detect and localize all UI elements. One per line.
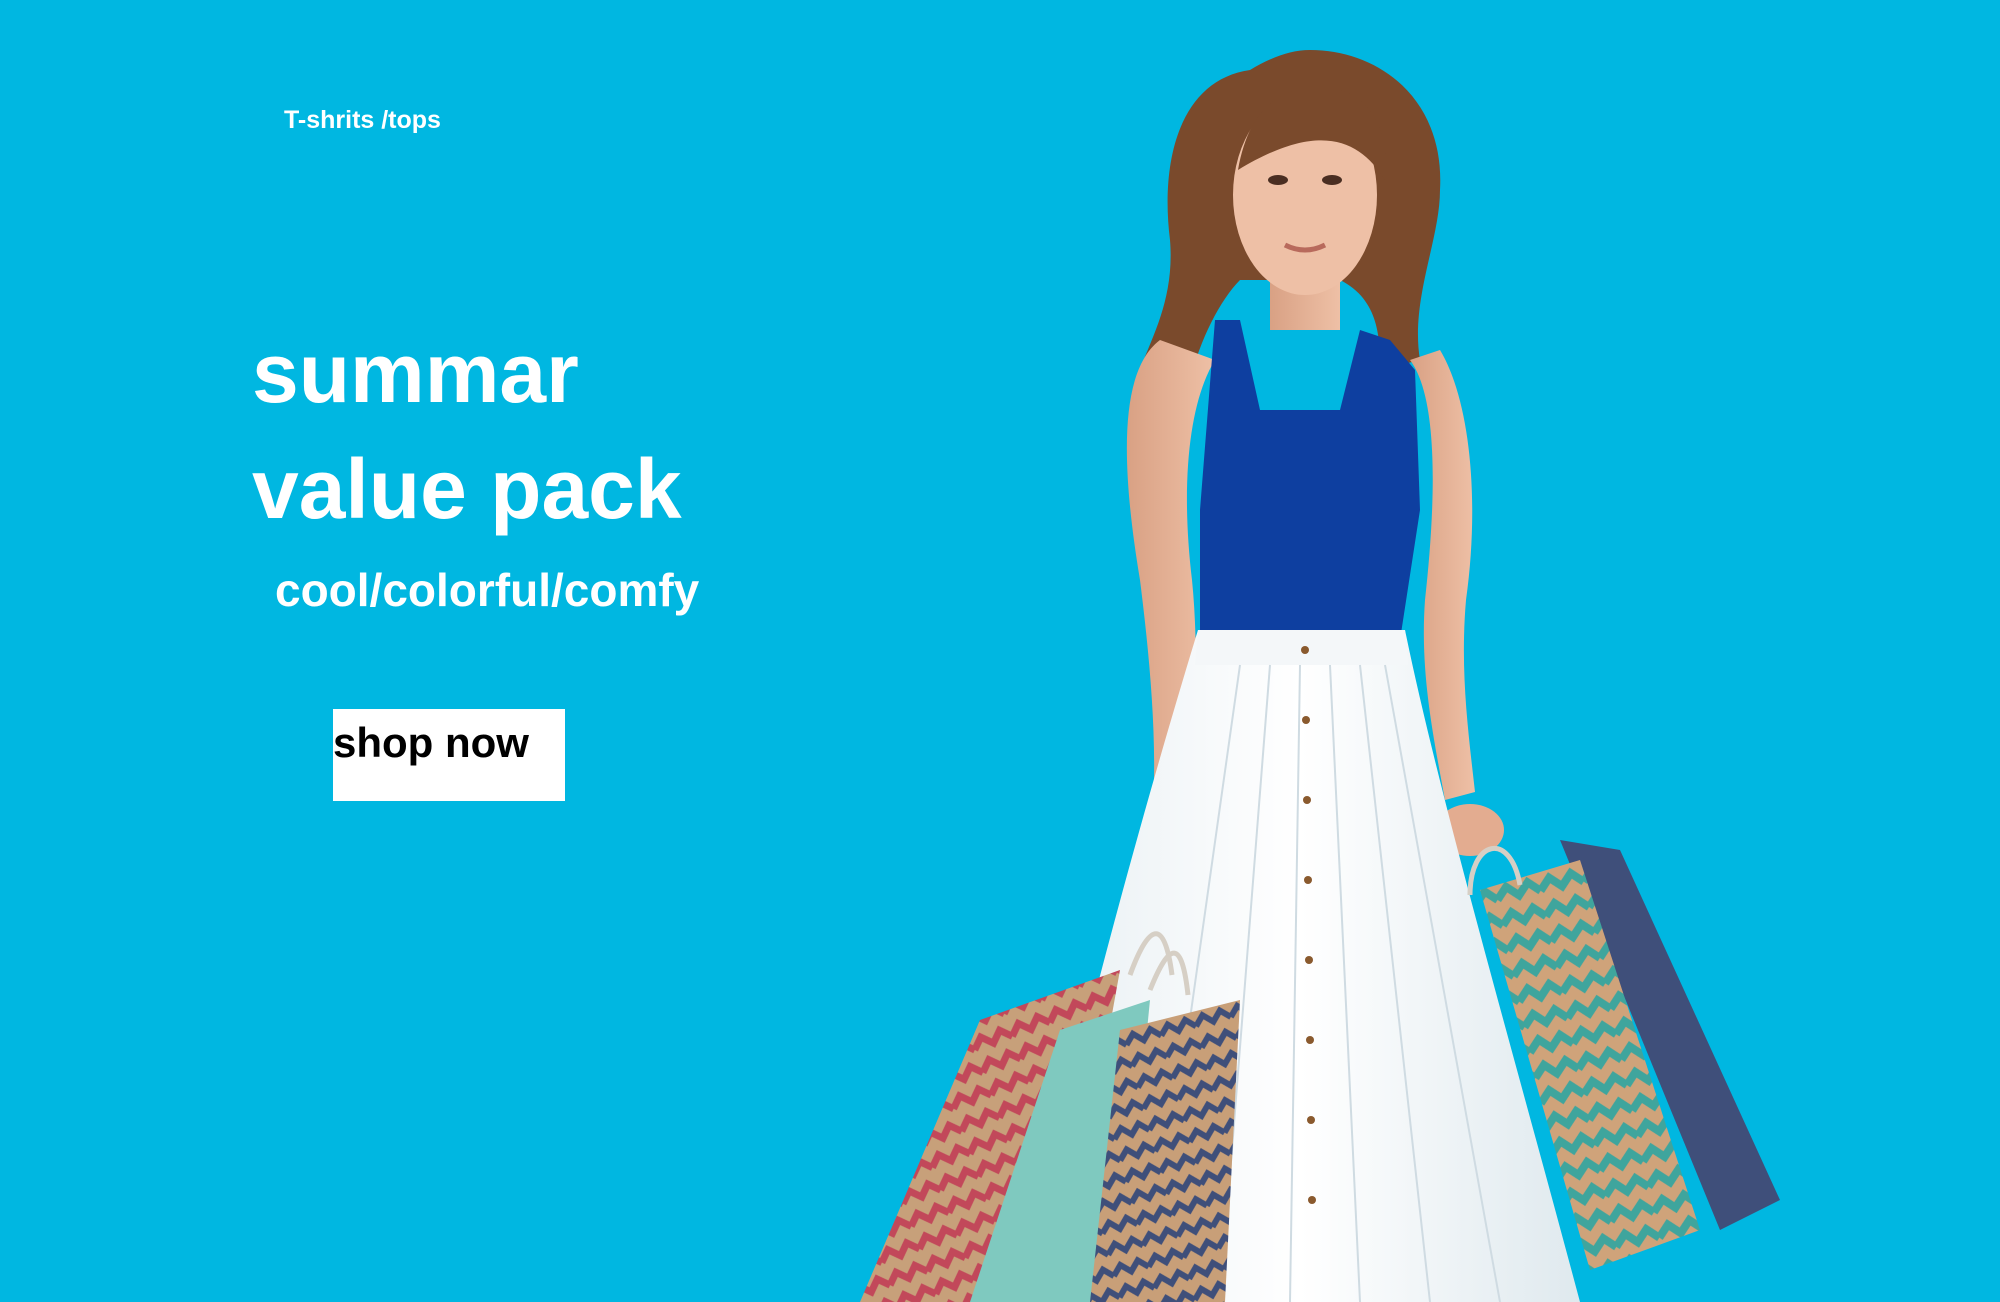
headline-line-2: value pack [252,442,682,536]
category-link[interactable]: T-shrits /tops [284,106,441,135]
shop-now-button[interactable]: shop now [333,709,565,801]
shop-now-label: shop now [333,719,529,766]
hero-headline: summar value pack [252,315,682,547]
hero-tagline: cool/colorful/comfy [275,564,700,616]
headline-line-1: summar [252,326,579,420]
hero-photo [860,50,1780,1302]
hero-banner: T-shrits /tops summar value pack cool/co… [0,0,2000,1302]
